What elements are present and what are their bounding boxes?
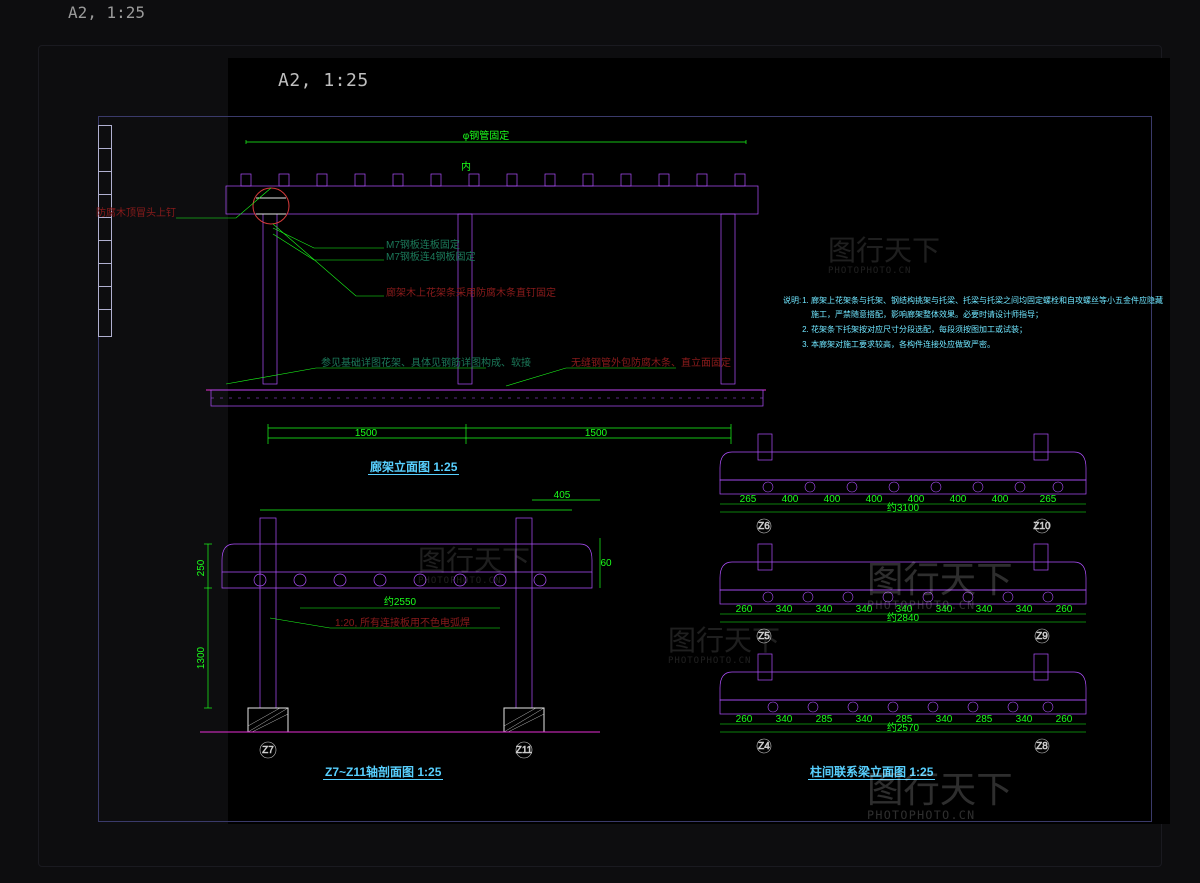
svg-text:Z11: Z11 [516, 745, 533, 756]
outer-sheet-title: A2, 1:25 [68, 0, 145, 28]
svg-text:285: 285 [816, 714, 833, 725]
svg-text:Z7: Z7 [262, 745, 274, 756]
svg-text:265: 265 [740, 494, 757, 505]
svg-text:340: 340 [856, 604, 873, 615]
svg-text:Z10: Z10 [1033, 521, 1051, 532]
svg-text:400: 400 [992, 494, 1009, 505]
leader-text: 约2550 [384, 595, 417, 608]
svg-text:260: 260 [1056, 714, 1073, 725]
view-title-section: Z7~Z11轴剖面图 1:25 [323, 763, 443, 780]
svg-text:Z5: Z5 [758, 631, 770, 642]
svg-text:Z9: Z9 [1036, 631, 1048, 642]
svg-text:285: 285 [896, 714, 913, 725]
dim-value: 405 [554, 490, 571, 501]
svg-text:265: 265 [1040, 494, 1057, 505]
leader-text: 无缝钢管外包防腐木条、直立面固定 [571, 356, 731, 369]
svg-text:260: 260 [736, 604, 753, 615]
svg-text:Z6: Z6 [758, 521, 770, 532]
leader-text: φ钢管固定 [463, 129, 509, 142]
leader-text: 参见基础详图花架、具体见钢筋详图构成、软接 [321, 356, 531, 369]
sheet-title: A2, 1:25 [278, 69, 369, 93]
svg-text:400: 400 [866, 494, 883, 505]
view-elevation: φ钢管固定 内 防腐木顶冒头上钉 M7钢板连板固定 M7钢板连4钢板固定 廊架木… [206, 128, 786, 433]
note-item: 花架条下托架按对应尺寸分段选配，每段须按图加工或试装； [811, 323, 1170, 337]
svg-text:340: 340 [856, 714, 873, 725]
dim-value: 1500 [355, 428, 378, 439]
leader-text: 防腐木顶冒头上钉 [96, 206, 176, 219]
dim-value: 60 [600, 558, 612, 569]
svg-text:400: 400 [950, 494, 967, 505]
view-beam-elevations: 约3100 Z6 Z10 265 400 400 400 400 400 400… [698, 428, 1128, 753]
svg-text:400: 400 [908, 494, 925, 505]
svg-text:340: 340 [776, 604, 793, 615]
view-section: 250 1300 405 60 约2550 1:20, 所有连接板用不色电弧焊 … [200, 488, 620, 763]
svg-text:340: 340 [936, 714, 953, 725]
note-item: 廊架上花架条与托架、钢结构挑架与托梁、托梁与托梁之间均固定螺栓和自攻螺丝等小五金… [811, 294, 1170, 322]
svg-text:340: 340 [896, 604, 913, 615]
svg-text:340: 340 [936, 604, 953, 615]
leader-text: M7钢板连板固定 [386, 238, 460, 251]
note-item: 本廊架对施工要求较高，各构件连接处应做致严密。 [811, 338, 1170, 352]
leader-text: M7钢板连4钢板固定 [386, 250, 475, 263]
svg-text:260: 260 [736, 714, 753, 725]
leader-text: 1:20, 所有连接板用不色电弧焊 [335, 616, 470, 629]
svg-text:400: 400 [824, 494, 841, 505]
svg-text:340: 340 [776, 714, 793, 725]
view-title-beams: 柱间联系梁立面图 1:25 [808, 763, 935, 780]
svg-text:Z8: Z8 [1036, 741, 1048, 752]
cad-preview-sheet: A2, 1:25 [228, 58, 1170, 824]
svg-text:285: 285 [976, 714, 993, 725]
svg-text:400: 400 [782, 494, 799, 505]
svg-text:340: 340 [1016, 604, 1033, 615]
svg-text:340: 340 [1016, 714, 1033, 725]
dim-note: 内 [461, 160, 471, 173]
view-title-elevation: 廊架立面图 1:25 [368, 458, 459, 475]
dim-value: 250 [196, 559, 207, 576]
svg-text:Z4: Z4 [758, 741, 770, 752]
svg-text:260: 260 [1056, 604, 1073, 615]
dim-value: 1500 [585, 428, 608, 439]
svg-text:340: 340 [976, 604, 993, 615]
dim-value: 1300 [196, 646, 207, 669]
svg-text:340: 340 [816, 604, 833, 615]
general-notes: 说明: 廊架上花架条与托架、钢结构挑架与托梁、托梁与托梁之间均固定螺栓和自攻螺丝… [783, 294, 1170, 353]
title-block-strip [98, 125, 112, 337]
leader-text: 廊架木上花架条采用防腐木条直钉固定 [386, 286, 556, 299]
